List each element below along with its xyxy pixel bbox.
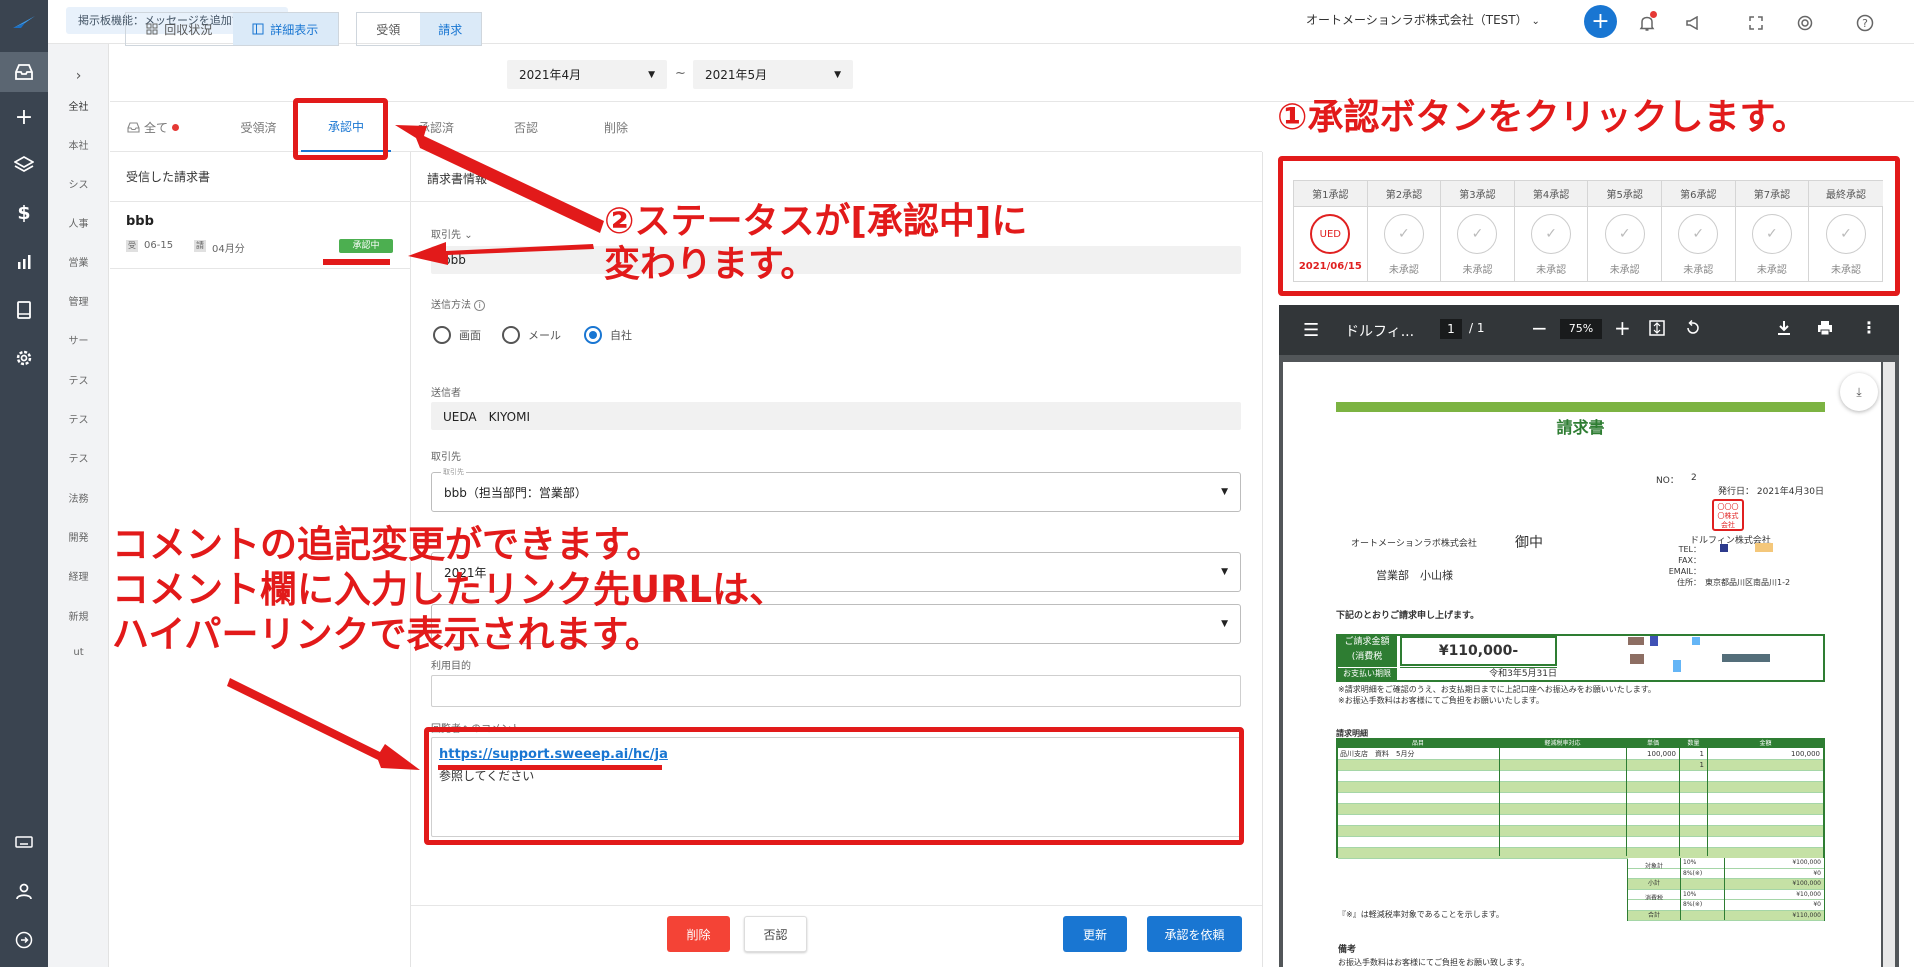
summary-value: ¥110,000 — [1792, 911, 1821, 919]
department-item[interactable]: テス — [48, 450, 109, 465]
approval-status: 未承認 — [1609, 265, 1640, 276]
approval-step-label: 第2承認 — [1367, 181, 1441, 207]
detail-cell: 100,000 — [1647, 750, 1676, 758]
summary-value: ¥10,000 — [1796, 890, 1821, 898]
arrow-to-comment — [227, 678, 420, 770]
arrow-to-tab — [395, 125, 604, 233]
annotation-comment: コメントの追記変更ができます。 コメント欄に入力したリンク先URLは、 ハイパー… — [112, 522, 786, 657]
arrow-to-badge — [408, 242, 594, 265]
department-item[interactable]: 人事 — [48, 215, 109, 230]
detail-cell: 品川支店 資料 5月分 — [1340, 750, 1415, 758]
check-icon[interactable]: ✓ — [1678, 214, 1719, 254]
detail-row — [1338, 815, 1823, 826]
check-icon[interactable]: ✓ — [1825, 214, 1866, 254]
detail-row — [1338, 804, 1823, 815]
department-item[interactable]: 全社 — [48, 98, 109, 113]
approval-step: 最終承認 ✓ 未承認 — [1809, 181, 1883, 281]
summary-value: ¥0 — [1813, 869, 1821, 877]
approval-step-label: 第1承認 — [1294, 181, 1367, 207]
approval-step: 第2承認 ✓ 未承認 — [1367, 181, 1442, 281]
approval-status: 未承認 — [1756, 265, 1787, 276]
detail-col-divider — [1499, 740, 1500, 856]
detail-col-header: 金額 — [1759, 740, 1772, 747]
approval-step: 第6承認 ✓ 未承認 — [1662, 181, 1736, 281]
summary-label: 合計 — [1647, 911, 1660, 919]
detail-col-header: 軽減税率対応 — [1544, 740, 1581, 747]
summary-divider — [1680, 858, 1681, 920]
detail-col-header: 単価 — [1646, 740, 1659, 747]
approval-step: 第1承認 UED 2021/06/15 — [1294, 181, 1368, 281]
approval-step-label: 第4承認 — [1514, 181, 1588, 207]
summary-rate: 10% — [1683, 890, 1697, 898]
summary-label: 小計 — [1647, 880, 1660, 887]
detail-row — [1338, 793, 1823, 804]
summary-value: ¥100,000 — [1792, 859, 1821, 866]
department-item[interactable]: 経理 — [48, 568, 109, 583]
detail-row — [1338, 760, 1823, 771]
check-icon[interactable]: ✓ — [1531, 214, 1572, 254]
department-item[interactable]: テス — [48, 411, 109, 426]
summary-rate: 10% — [1683, 859, 1697, 866]
detail-row — [1338, 837, 1823, 848]
detail-cell: 1 — [1699, 750, 1704, 758]
approval-status: 未承認 — [1388, 265, 1419, 276]
detail-row — [1338, 782, 1823, 793]
department-item[interactable]: 管理 — [48, 293, 109, 308]
approval-step: 第3承認 ✓ 未承認 — [1441, 181, 1515, 281]
approval-step-label: 第5承認 — [1588, 181, 1661, 207]
approval-status: 未承認 — [1830, 265, 1861, 276]
annotation-status-line: 変わります。 — [604, 244, 817, 286]
department-item[interactable]: 本社 — [48, 137, 109, 152]
department-item[interactable]: 営業 — [48, 254, 109, 269]
summary-rate: 8%(※) — [1683, 901, 1703, 908]
approval-step: 第7承認 ✓ 未承認 — [1735, 181, 1810, 281]
department-item[interactable]: 新規 — [48, 608, 109, 623]
annotation-comment-line: コメント欄に入力したリンク先URLは、 — [112, 568, 787, 611]
approval-step-label: 第7承認 — [1735, 181, 1809, 207]
detail-cell: 100,000 — [1791, 750, 1820, 758]
annotation-comment-line: ハイパーリンクで表示されます。 — [112, 613, 662, 656]
approval-date: 2021/06/15 — [1298, 261, 1362, 272]
summary-value: ¥0 — [1813, 901, 1821, 908]
approval-status: 未承認 — [1536, 265, 1567, 276]
detail-row — [1338, 771, 1823, 782]
check-icon[interactable]: ✓ — [1751, 214, 1792, 254]
approval-step-label: 最終承認 — [1809, 181, 1883, 207]
department-item[interactable]: サー — [48, 332, 109, 347]
department-item[interactable]: ut — [48, 647, 109, 658]
detail-col-header: 品目 — [1411, 740, 1424, 747]
check-icon[interactable]: ✓ — [1604, 214, 1645, 254]
summary-rate: 8%(※) — [1683, 869, 1703, 877]
approval-status: 未承認 — [1462, 265, 1493, 276]
annotation-comment-line: コメントの追記変更ができます。 — [112, 523, 664, 566]
department-item[interactable]: 法務 — [48, 490, 109, 505]
approval-status: 未承認 — [1683, 265, 1714, 276]
annotation-status: ②ステータスが[承認中]に 変わります。 — [604, 200, 1027, 286]
annotation-approve: ①承認ボタンをクリックします。 — [1277, 97, 1808, 138]
approval-step: 第5承認 ✓ 未承認 — [1588, 181, 1662, 281]
summary-value: ¥100,000 — [1792, 880, 1821, 887]
approval-step-label: 第6承認 — [1662, 181, 1735, 207]
approval-step: 第4承認 ✓ 未承認 — [1514, 181, 1589, 281]
check-icon[interactable]: ✓ — [1383, 214, 1424, 254]
approval-stamp[interactable]: UED — [1310, 214, 1351, 254]
check-icon[interactable]: ✓ — [1457, 214, 1498, 254]
annotation-status-line: ②ステータスが[承認中]に — [604, 201, 1028, 242]
department-item[interactable]: シス — [48, 176, 109, 191]
detail-cell: 1 — [1699, 761, 1704, 769]
summary-divider — [1724, 858, 1725, 920]
department-item[interactable]: テス — [48, 372, 109, 387]
detail-row — [1338, 826, 1823, 837]
detail-col-header: 数量 — [1687, 740, 1700, 747]
department-item[interactable]: 開発 — [48, 529, 109, 544]
approval-step-label: 第3承認 — [1441, 181, 1514, 207]
